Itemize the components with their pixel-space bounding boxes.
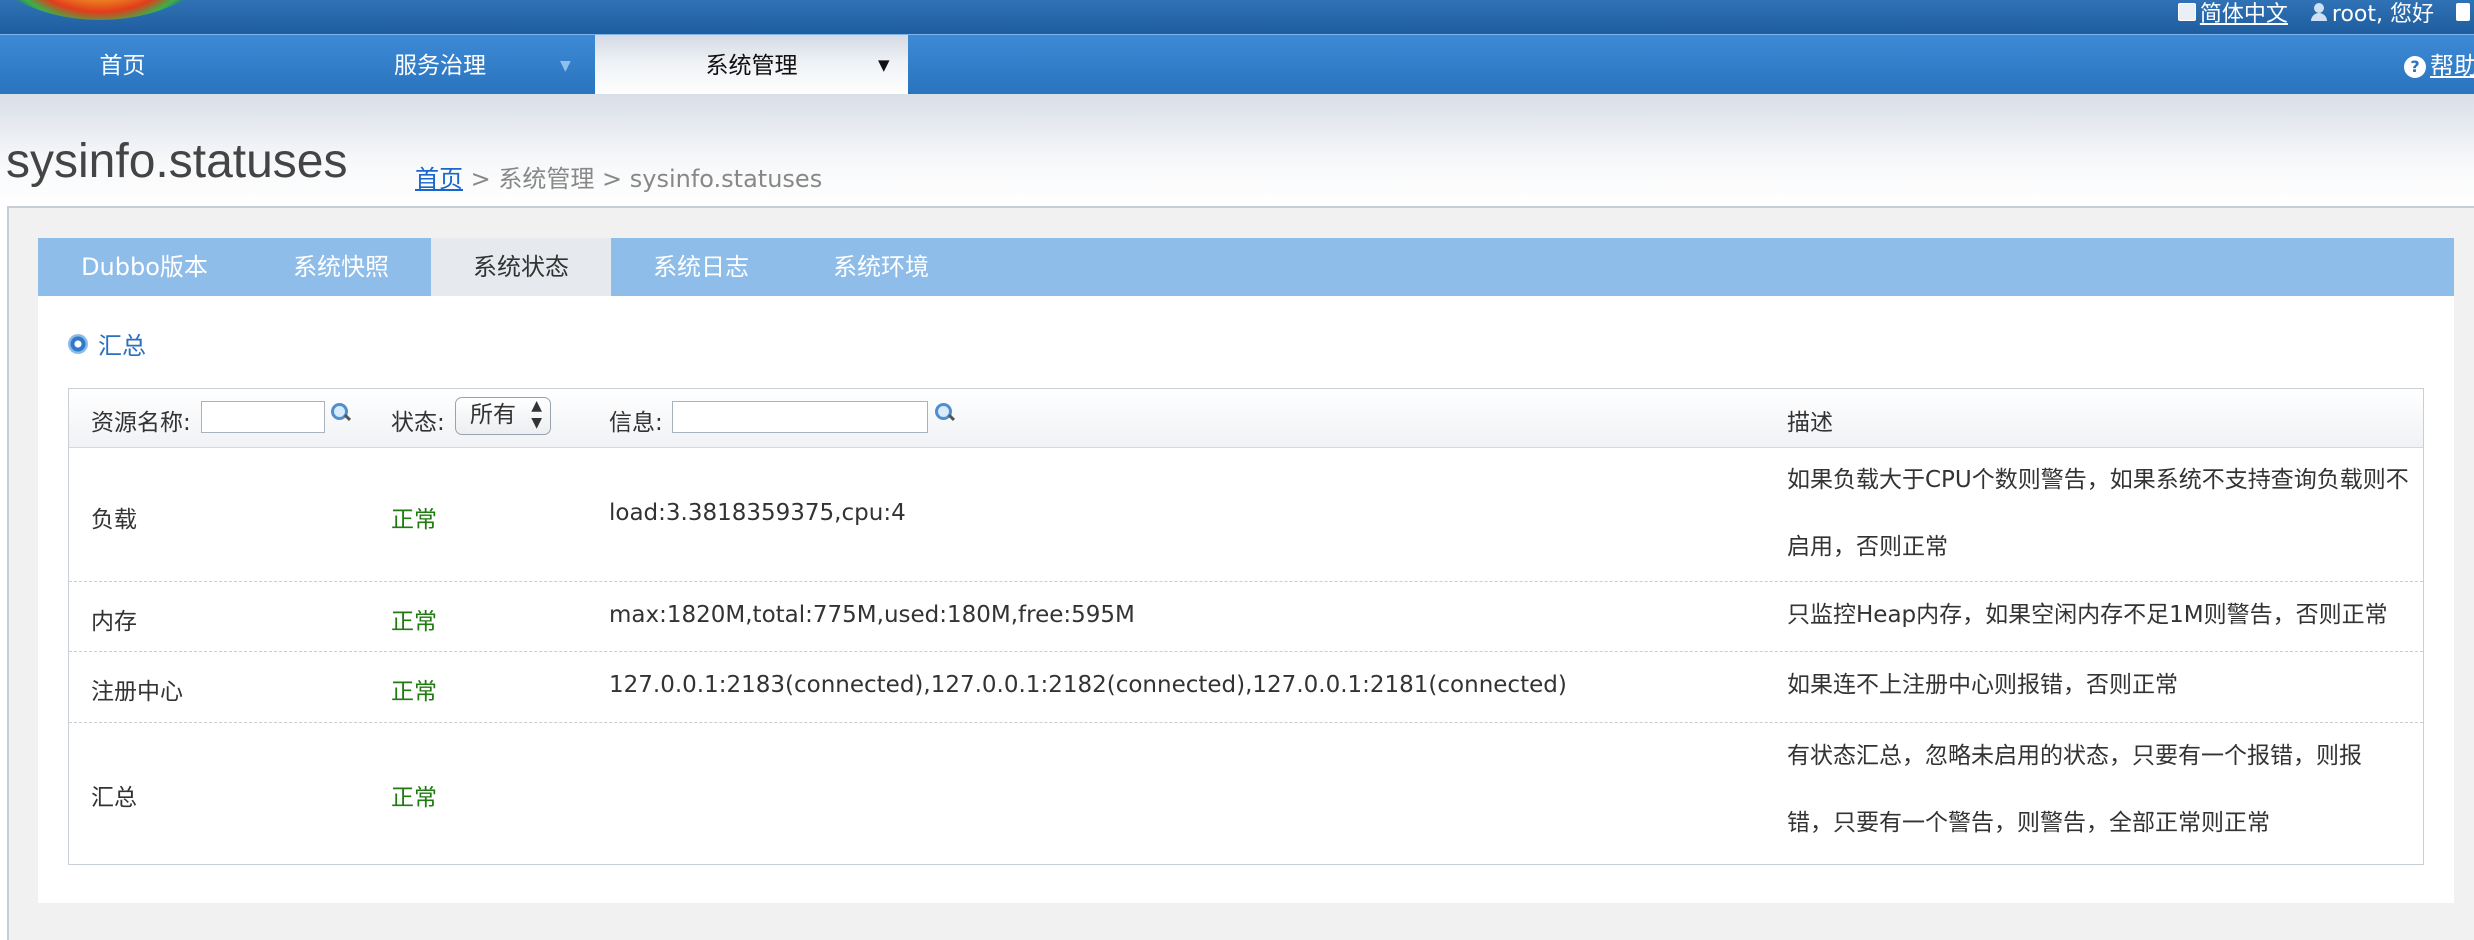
logout-icon[interactable]	[2456, 3, 2470, 21]
status-filter-label: 状态:	[391, 410, 445, 436]
breadcrumb: 首页 > 系统管理 > sysinfo.statuses	[415, 159, 822, 194]
tab-bar: Dubbo版本 系统快照 系统状态 系统日志 系统环境	[38, 238, 2454, 296]
row-status: 正常	[391, 507, 437, 533]
search-icon[interactable]	[935, 403, 953, 421]
page-title: sysinfo.statuses	[6, 135, 348, 188]
section-title: 汇总	[98, 332, 146, 360]
row-name: 内存	[91, 609, 137, 635]
top-header: 简体中文 root, 您好	[0, 0, 2474, 34]
chevron-down-icon[interactable]: ▼	[560, 35, 571, 97]
info-filter-label: 信息:	[609, 410, 663, 436]
breadcrumb-home[interactable]: 首页	[415, 165, 463, 193]
header-user-area: 简体中文 root, 您好	[2177, 0, 2474, 27]
row-desc: 如果连不上注册中心则报错，否则正常	[1787, 672, 2178, 698]
table-row: 注册中心 正常 127.0.0.1:2183(connected),127.0.…	[69, 652, 2423, 723]
row-name: 汇总	[91, 785, 137, 811]
name-filter-input[interactable]	[201, 401, 325, 433]
name-filter-label: 资源名称:	[91, 410, 191, 436]
breadcrumb-system: 系统管理	[498, 165, 595, 193]
tab-dubbo-version[interactable]: Dubbo版本	[38, 238, 251, 296]
row-name: 负载	[91, 507, 137, 533]
row-status: 正常	[391, 609, 437, 635]
row-status: 正常	[391, 785, 437, 811]
row-desc: 有状态汇总，忽略未启用的状态，只要有一个报错，则报错，只要有一个警告，则警告，全…	[1787, 743, 2362, 836]
breadcrumb-separator: >	[463, 165, 499, 193]
breadcrumb-current: sysinfo.statuses	[629, 165, 823, 193]
table-row: 汇总 正常 有状态汇总，忽略未启用的状态，只要有一个报错，则报错，只要有一个警告…	[69, 723, 2423, 864]
nav-system-management[interactable]: 系统管理	[595, 35, 908, 95]
nav-home[interactable]: 首页	[0, 35, 245, 95]
breadcrumb-separator: >	[594, 165, 630, 193]
search-icon[interactable]	[331, 403, 349, 421]
row-name: 注册中心	[91, 679, 183, 705]
row-status: 正常	[391, 679, 437, 705]
gear-icon	[68, 333, 88, 354]
main-nav: 首页 服务治理 ▼ 系统管理 ▼ ? 帮助	[0, 34, 2474, 95]
status-filter-select[interactable]: 所有 ▲ ▼	[455, 397, 551, 435]
status-filter-value: 所有	[470, 402, 516, 428]
logo	[0, 0, 230, 20]
language-link[interactable]: 简体中文	[2200, 0, 2288, 28]
tab-system-status[interactable]: 系统状态	[431, 238, 611, 296]
help-link[interactable]: ? 帮助	[2404, 35, 2474, 97]
user-greeting: root, 您好	[2331, 2, 2434, 27]
select-arrows-icon: ▲ ▼	[531, 398, 542, 431]
section-header: 汇总	[68, 326, 146, 361]
row-info: load:3.3818359375,cpu:4	[609, 500, 906, 526]
row-info: max:1820M,total:775M,used:180M,free:595M	[609, 602, 1135, 628]
title-area: sysinfo.statuses 首页 > 系统管理 > sysinfo.sta…	[0, 94, 2474, 206]
desc-column-header: 描述	[1787, 410, 1833, 436]
language-icon	[2177, 3, 2196, 21]
status-table: 资源名称: 状态: 所有 ▲ ▼ 信息: 描述 负载 正常 load:3.3818…	[68, 388, 2424, 865]
tab-system-snapshot[interactable]: 系统快照	[251, 238, 431, 296]
user-icon	[2310, 3, 2328, 21]
help-label[interactable]: 帮助	[2430, 52, 2474, 80]
row-info: 127.0.0.1:2183(connected),127.0.0.1:2182…	[609, 672, 1567, 698]
table-header: 资源名称: 状态: 所有 ▲ ▼ 信息: 描述	[69, 389, 2423, 448]
table-row: 负载 正常 load:3.3818359375,cpu:4 如果负载大于CPU个…	[69, 447, 2423, 582]
row-desc: 只监控Heap内存，如果空闲内存不足1M则警告，否则正常	[1787, 602, 2388, 628]
tab-system-log[interactable]: 系统日志	[611, 238, 791, 296]
nav-service-governance[interactable]: 服务治理	[300, 35, 580, 95]
chevron-down-icon[interactable]: ▼	[878, 35, 890, 95]
help-icon: ?	[2404, 56, 2426, 78]
row-desc: 如果负载大于CPU个数则警告，如果系统不支持查询负载则不启用，否则正常	[1787, 467, 2409, 560]
tab-system-environment[interactable]: 系统环境	[791, 238, 971, 296]
table-row: 内存 正常 max:1820M,total:775M,used:180M,fre…	[69, 582, 2423, 652]
info-filter-input[interactable]	[672, 401, 928, 433]
